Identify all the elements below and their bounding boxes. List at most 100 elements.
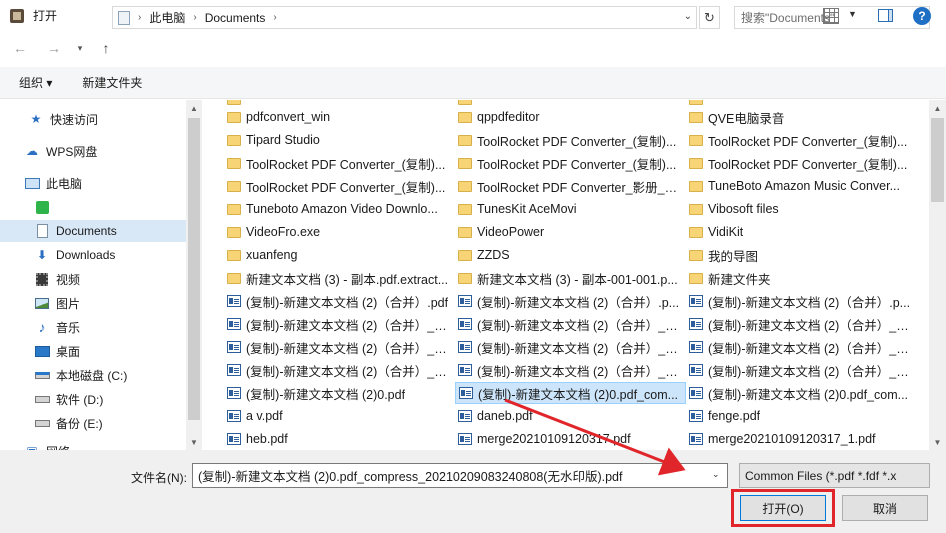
sidebar-item-label: 软件 (D:) [56,392,104,407]
chevron-right-icon: › [193,12,197,23]
cancel-button[interactable]: 取消 [842,495,928,521]
folder-icon [458,100,472,105]
file-item[interactable]: (复制)-新建文本文档 (2)（合并）_加... [455,336,681,358]
document-icon [458,341,472,353]
filename-input[interactable]: (复制)-新建文本文档 (2)0.pdf_compress_2021020908… [192,463,728,488]
file-item[interactable]: (复制)-新建文本文档 (2)（合并）.p... [686,290,912,312]
sidebar-item-label: Documents [56,224,117,238]
folder-item[interactable]: ToolRocket PDF Converter_(复制)... [686,129,912,151]
file-item[interactable]: (复制)-新建文本文档 (2)（合并）.pdf [224,290,450,312]
preview-pane-icon[interactable] [878,9,893,22]
chevron-down-icon[interactable]: ⌄ [712,469,720,480]
sidebar-item-pictures[interactable]: 图片 [0,292,186,314]
folder-item[interactable]: TuneBoto Amazon Music Conver... [686,175,912,197]
file-item[interactable]: (复制)-新建文本文档 (2)（合并）_加... [224,336,450,358]
folder-item[interactable]: Vibosoft files [686,198,912,220]
folder-item[interactable]: ToolRocket PDF Converter_(复制)... [686,152,912,174]
sidebar-item-documents[interactable]: Documents [0,220,186,242]
file-item[interactable]: (复制)-新建文本文档 (2)（合并）_加... [686,336,912,358]
folder-item[interactable]: Tuneboto Amazon Video Downlo... [224,198,450,220]
folder-item[interactable]: xuanfeng [224,244,450,266]
forward-button[interactable]: → [42,36,66,60]
file-name: (复制)-新建文本文档 (2)0.pdf [246,387,406,402]
folder-item[interactable]: ZZDS [455,244,681,266]
new-folder-button[interactable]: 新建文件夹 [82,74,142,91]
sidebar-item-quick-access[interactable]: ★ 快速访问 [0,108,186,130]
folder-item[interactable]: VideoPower [455,221,681,243]
folder-item[interactable]: Tipard Studio [224,129,450,151]
folder-item[interactable]: TunesKit AceMovi [455,198,681,220]
folder-item[interactable]: VidiKit [686,221,912,243]
file-item[interactable]: (复制)-新建文本文档 (2)0.pdf [224,382,450,404]
refresh-button[interactable]: ↻ [699,6,720,29]
folder-item[interactable]: ToolRocket PDF Converter_(复制)... [455,152,681,174]
file-item[interactable]: (复制)-新建文本文档 (2)（合并）_已... [686,359,912,381]
document-icon [227,410,241,422]
breadcrumb-documents[interactable]: Documents [205,11,266,25]
view-options-icon[interactable] [823,8,839,24]
folder-item[interactable]: qppdfeditor [455,106,681,128]
up-button[interactable]: ↑ [94,36,118,60]
sidebar-item-drive-d[interactable]: 软件 (D:) [0,388,186,410]
open-button[interactable]: 打开(O) [740,495,826,521]
filetype-select[interactable]: Common Files (*.pdf *.fdf *.x [739,463,930,488]
folder-icon [227,134,241,146]
file-item[interactable]: heb.pdf [224,428,450,450]
help-icon[interactable]: ? [913,7,931,25]
scroll-down-icon[interactable]: ▼ [929,434,946,450]
sidebar-item-videos[interactable]: 视频 [0,268,186,290]
folder-icon [689,203,703,215]
file-item[interactable]: (复制)-新建文本文档 (2)（合并）_1.... [224,313,450,335]
sidebar-item-drive-c[interactable]: 本地磁盘 (C:) [0,364,186,386]
folder-item[interactable]: ToolRocket PDF Converter_(复制)... [455,129,681,151]
sidebar-item-downloads[interactable]: ⬇ Downloads [0,244,186,266]
back-button[interactable]: ← [8,36,32,60]
file-item[interactable]: (复制)-新建文本文档 (2)（合并）_加... [686,313,912,335]
folder-item[interactable]: 我的导图 [686,244,912,266]
chevron-down-icon[interactable]: ▼ [848,9,857,19]
file-item[interactable]: daneb.pdf [455,405,681,427]
sidebar-item-label: WPS网盘 [46,144,98,159]
file-item[interactable]: (复制)-新建文本文档 (2)（合并）_已... [455,359,681,381]
file-item[interactable]: (复制)-新建文本文档 (2)0.pdf_com... [455,382,686,404]
sidebar-scrollbar-thumb[interactable] [188,118,200,420]
folder-item[interactable]: ToolRocket PDF Converter_(复制)... [224,175,450,197]
folder-item[interactable]: 新建文本文档 (3) - 副本.pdf.extract... [224,267,450,289]
file-item[interactable]: (复制)-新建文本文档 (2)（合并）_c... [455,313,681,335]
scroll-down-icon[interactable]: ▼ [186,434,202,450]
file-name: (复制)-新建文本文档 (2)（合并）_加... [246,364,450,379]
sidebar-item-desktop[interactable]: 桌面 [0,340,186,362]
file-item[interactable]: (复制)-新建文本文档 (2)（合并）_加... [224,359,450,381]
file-item[interactable]: a v.pdf [224,405,450,427]
scroll-up-icon[interactable]: ▲ [186,100,202,116]
address-bar[interactable]: › 此电脑 › Documents › ⌄ [112,6,697,29]
sidebar-item-label: 图片 [56,296,81,311]
folder-item[interactable]: 新建文本文档 (3) - 副本-001-001.p... [455,267,681,289]
file-list-scrollbar-thumb[interactable] [931,118,944,202]
folder-item[interactable]: VideoFro.exe [224,221,450,243]
file-item[interactable]: merge20210109120317_1.pdf [686,428,912,450]
sidebar-item-this-pc[interactable]: 此电脑 [0,172,186,194]
sidebar-item-network[interactable]: ▣ 网络 [0,440,186,450]
organize-button[interactable]: 组织 ▾ [19,74,52,91]
folder-item[interactable]: QVE电脑录音 [686,106,912,128]
folder-item[interactable]: ToolRocket PDF Converter_(复制)... [224,152,450,174]
recent-locations-button[interactable]: ▾ [68,36,92,60]
file-item[interactable]: merge20210109120317.pdf [455,428,681,450]
picture-icon [34,296,50,310]
folder-item[interactable]: ToolRocket PDF Converter_影册_s... [455,175,681,197]
sidebar-item-wps-cloud[interactable]: ☁ WPS网盘 [0,140,186,162]
sidebar-item-wechat[interactable] [0,196,186,218]
file-item[interactable]: (复制)-新建文本文档 (2)0.pdf_com... [686,382,912,404]
file-item[interactable]: (复制)-新建文本文档 (2)（合并）.p... [455,290,681,312]
chevron-down-icon[interactable]: ⌄ [684,11,692,22]
scroll-up-icon[interactable]: ▲ [929,100,946,116]
breadcrumb-this-pc[interactable]: 此电脑 [149,9,185,26]
file-item[interactable]: fenge.pdf [686,405,912,427]
sidebar-item-drive-e[interactable]: 备份 (E:) [0,412,186,434]
folder-item[interactable]: pdfconvert_win [224,106,450,128]
sidebar-item-music[interactable]: ♪ 音乐 [0,316,186,338]
file-name: ToolRocket PDF Converter_(复制)... [246,157,446,172]
file-name: daneb.pdf [477,409,533,423]
folder-item[interactable]: 新建文件夹 [686,267,912,289]
